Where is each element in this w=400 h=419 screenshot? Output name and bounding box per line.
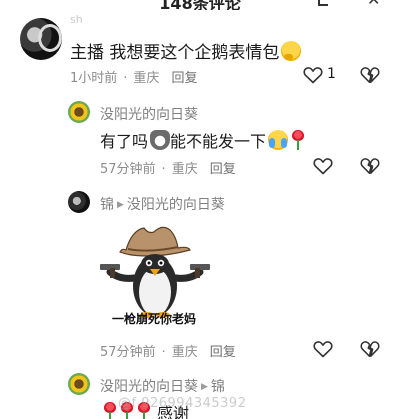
- comment-count-title: 148条评论: [159, 0, 241, 10]
- reply-button[interactable]: 回复: [210, 162, 236, 177]
- timestamp: 57分钟前: [100, 162, 156, 177]
- broken-heart-icon[interactable]: [360, 340, 380, 358]
- broken-heart-icon[interactable]: [360, 157, 380, 175]
- comment-meta: 1小时前 · 重庆 回复: [70, 71, 198, 86]
- timestamp: 1小时前: [70, 71, 118, 86]
- username[interactable]: 没阳光的向日葵: [100, 379, 198, 395]
- avatar[interactable]: [68, 191, 90, 213]
- rose-emoji-icon: [103, 402, 117, 419]
- comment-meta: 57分钟前 · 重庆 回复: [100, 162, 236, 177]
- broken-heart-icon[interactable]: [360, 66, 380, 84]
- like-count: 1: [327, 66, 336, 82]
- timestamp: 57分钟前: [100, 345, 156, 360]
- comment-text: 有了吗 能不能发一下: [100, 128, 305, 152]
- close-icon[interactable]: ✕: [367, 0, 380, 9]
- comments-header: 148条评论 ✕: [0, 0, 400, 10]
- comment-text: 主播 我想要这个企鹅表情包: [70, 38, 302, 63]
- username[interactable]: sh: [70, 13, 83, 23]
- like-icon[interactable]: [303, 66, 323, 84]
- sticker-caption: 一枪崩死你老妈: [111, 312, 196, 326]
- play-arrow-icon: ▶: [201, 382, 208, 392]
- thinking-emoji-icon: [281, 40, 302, 61]
- watermark: @f 926994345392: [118, 396, 247, 411]
- reply-to-username[interactable]: 锦: [211, 379, 225, 395]
- location: 重庆: [133, 71, 160, 86]
- like-icon[interactable]: [313, 340, 333, 358]
- location: 重庆: [171, 162, 198, 177]
- like-icon[interactable]: [313, 157, 333, 175]
- comment-meta: 57分钟前 · 重庆 回复: [100, 345, 236, 360]
- rose-emoji-icon: [291, 130, 305, 150]
- crying-emoji-icon: [268, 130, 289, 150]
- reply-button[interactable]: 回复: [210, 345, 236, 360]
- avatar[interactable]: [68, 101, 90, 123]
- play-arrow-icon: ▶: [117, 200, 124, 210]
- reply-header: 没阳光的向日葵 ▶ 锦: [100, 376, 225, 396]
- collapse-icon[interactable]: [318, 0, 328, 6]
- username[interactable]: 锦: [100, 197, 114, 213]
- husky-emoji-icon: [150, 130, 171, 150]
- reply-header: 锦 ▶ 没阳光的向日葵: [100, 194, 225, 214]
- reply-to-username[interactable]: 没阳光的向日葵: [127, 197, 225, 213]
- avatar[interactable]: [20, 18, 62, 60]
- reply-button[interactable]: 回复: [171, 71, 197, 86]
- avatar[interactable]: [68, 373, 90, 395]
- location: 重庆: [171, 345, 198, 360]
- username[interactable]: 没阳光的向日葵: [100, 104, 198, 124]
